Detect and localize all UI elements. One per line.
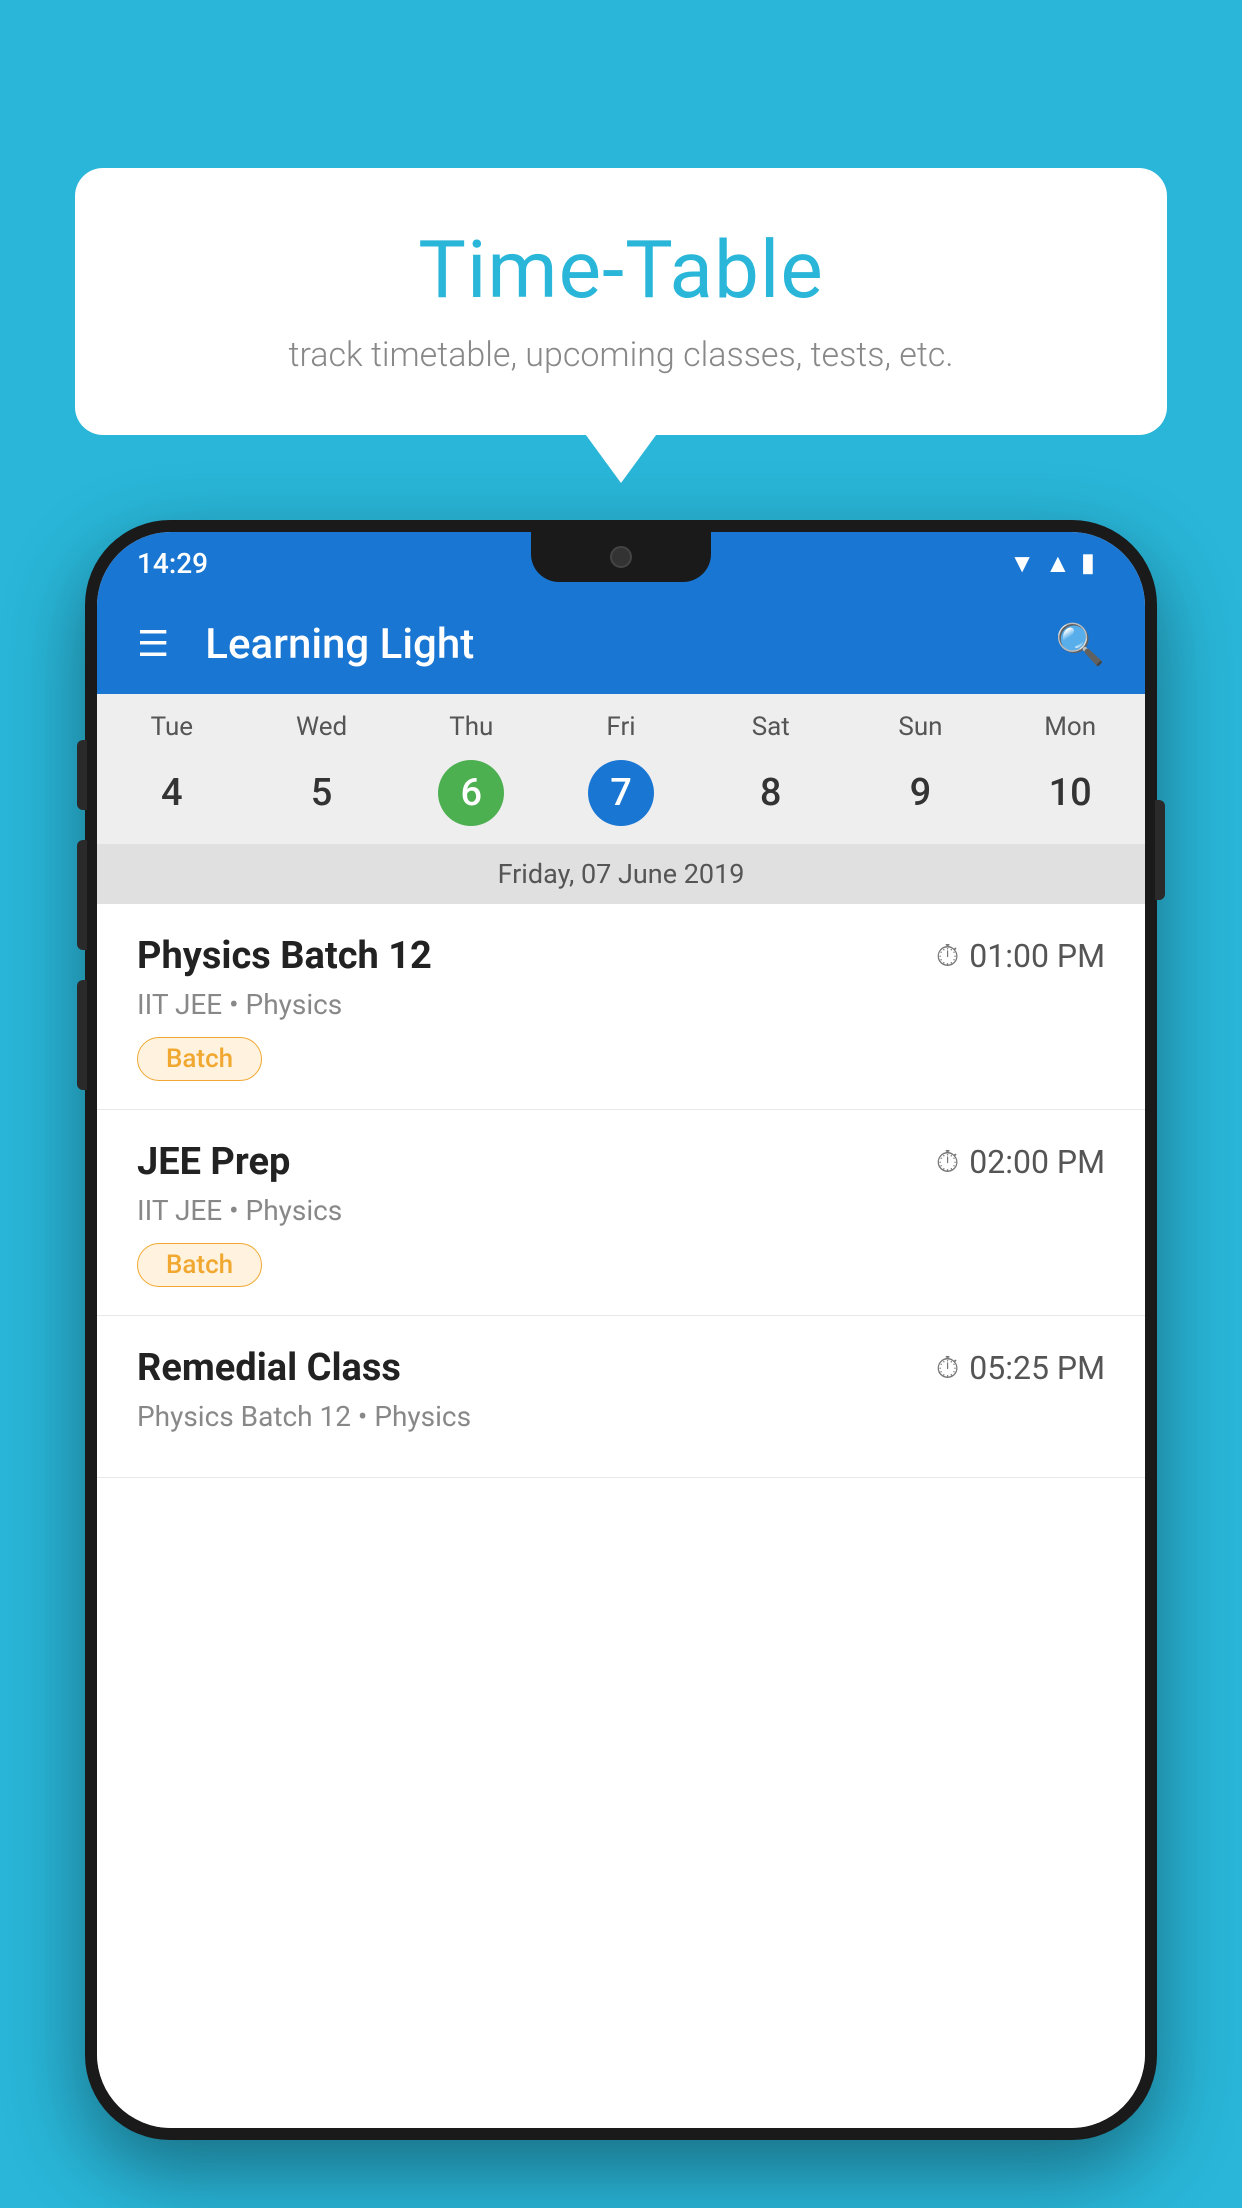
signal-icon: ▲: [1045, 548, 1071, 579]
schedule-time-1: ⏱ 01:00 PM: [936, 937, 1105, 975]
day-header-sat: Sat: [696, 712, 846, 742]
schedule-item-3-top: Remedial Class ⏱ 05:25 PM: [137, 1346, 1105, 1390]
phone-vol-down-button: [77, 980, 87, 1090]
day-header-mon: Mon: [995, 712, 1145, 742]
clock-icon-1: ⏱: [936, 939, 959, 974]
day-header-wed: Wed: [247, 712, 397, 742]
phone-camera: [610, 546, 632, 568]
day-header-fri: Fri: [546, 712, 696, 742]
day-numbers: 4 5 6 7 8 9 10: [97, 750, 1145, 844]
app-bar: ☰ Learning Light 🔍: [97, 594, 1145, 694]
search-icon[interactable]: 🔍: [1055, 621, 1105, 668]
day-4[interactable]: 4: [97, 771, 247, 815]
schedule-time-value-1: 01:00 PM: [969, 937, 1105, 975]
day-header-thu: Thu: [396, 712, 546, 742]
clock-icon-3: ⏱: [936, 1351, 959, 1386]
schedule-item-3[interactable]: Remedial Class ⏱ 05:25 PM Physics Batch …: [97, 1316, 1145, 1478]
batch-tag-2: Batch: [137, 1243, 262, 1287]
battery-icon: ▮: [1081, 548, 1095, 578]
selected-date: Friday, 07 June 2019: [97, 844, 1145, 904]
schedule-meta-2: IIT JEE • Physics: [137, 1194, 1105, 1227]
schedule-time-value-3: 05:25 PM: [969, 1349, 1105, 1387]
day-10[interactable]: 10: [995, 771, 1145, 815]
schedule-item-1-top: Physics Batch 12 ⏱ 01:00 PM: [137, 934, 1105, 978]
schedule-name-2: JEE Prep: [137, 1140, 290, 1184]
schedule-item-1[interactable]: Physics Batch 12 ⏱ 01:00 PM IIT JEE • Ph…: [97, 904, 1145, 1110]
schedule-time-value-2: 02:00 PM: [969, 1143, 1105, 1181]
speech-bubble: Time-Table track timetable, upcoming cla…: [75, 168, 1167, 435]
phone-power-button: [1155, 800, 1165, 900]
app-title: Learning Light: [205, 620, 1055, 669]
day-headers: Tue Wed Thu Fri Sat Sun Mon: [97, 694, 1145, 750]
schedule-name-1: Physics Batch 12: [137, 934, 432, 978]
bubble-title: Time-Table: [135, 223, 1107, 317]
phone-frame: 14:29 ▼ ▲ ▮ ☰ Learning Light 🔍 Tue Wed T…: [85, 520, 1157, 2140]
day-5[interactable]: 5: [247, 771, 397, 815]
day-header-sun: Sun: [846, 712, 996, 742]
schedule-item-2-top: JEE Prep ⏱ 02:00 PM: [137, 1140, 1105, 1184]
phone-container: 14:29 ▼ ▲ ▮ ☰ Learning Light 🔍 Tue Wed T…: [85, 520, 1157, 2208]
phone-vol-up-button: [77, 840, 87, 950]
schedule-list: Physics Batch 12 ⏱ 01:00 PM IIT JEE • Ph…: [97, 904, 1145, 2128]
schedule-time-2: ⏱ 02:00 PM: [936, 1143, 1105, 1181]
day-8[interactable]: 8: [696, 771, 846, 815]
schedule-time-3: ⏱ 05:25 PM: [936, 1349, 1105, 1387]
schedule-meta-1: IIT JEE • Physics: [137, 988, 1105, 1021]
schedule-name-3: Remedial Class: [137, 1346, 401, 1390]
day-7-blue: 7: [588, 760, 654, 826]
calendar-section: Tue Wed Thu Fri Sat Sun Mon 4 5 6 7: [97, 694, 1145, 904]
day-7-circle[interactable]: 7: [546, 760, 696, 826]
bubble-subtitle: track timetable, upcoming classes, tests…: [135, 335, 1107, 375]
phone-screen: 14:29 ▼ ▲ ▮ ☰ Learning Light 🔍 Tue Wed T…: [97, 532, 1145, 2128]
batch-tag-1: Batch: [137, 1037, 262, 1081]
schedule-meta-3: Physics Batch 12 • Physics: [137, 1400, 1105, 1433]
phone-notch: [531, 532, 711, 582]
clock-icon-2: ⏱: [936, 1145, 959, 1180]
wifi-icon: ▼: [1009, 548, 1035, 579]
day-header-tue: Tue: [97, 712, 247, 742]
day-6-green: 6: [438, 760, 504, 826]
phone-mute-button: [77, 740, 87, 810]
status-time: 14:29: [137, 547, 208, 580]
schedule-item-2[interactable]: JEE Prep ⏱ 02:00 PM IIT JEE • Physics Ba…: [97, 1110, 1145, 1316]
day-6-circle[interactable]: 6: [396, 760, 546, 826]
status-icons: ▼ ▲ ▮: [1009, 548, 1095, 579]
hamburger-icon[interactable]: ☰: [137, 626, 169, 662]
day-9[interactable]: 9: [846, 771, 996, 815]
